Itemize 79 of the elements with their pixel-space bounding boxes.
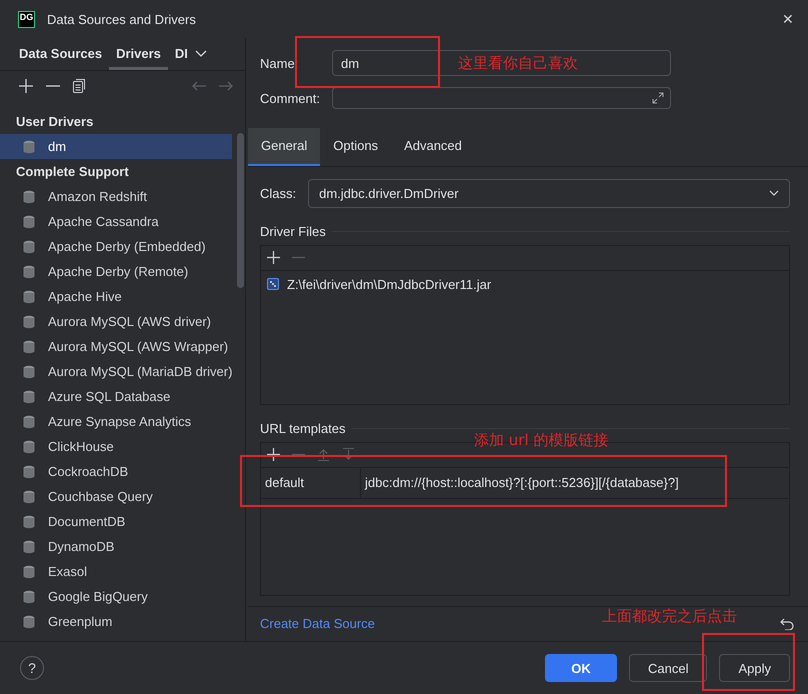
sidebar-tab[interactable]: DI [168,38,191,70]
scrollbar-thumb[interactable] [237,133,244,288]
class-dropdown[interactable]: dm.jdbc.driver.DmDriver [308,178,790,208]
database-icon [22,514,36,528]
sidebar-tab[interactable]: Data Sources [12,38,110,70]
file-item[interactable]: Z:\fei\driver\dm\DmJdbcDriver11.jar [261,270,789,298]
database-icon [22,490,36,504]
create-data-source-link[interactable]: Create Data Source [260,616,375,632]
app-logo: DG [18,10,35,28]
add-icon[interactable] [267,448,280,462]
comment-field[interactable] [332,87,671,110]
annotation-text: 添加 url 的模版链接 [474,431,608,450]
driver-item[interactable]: Couchbase Query [0,484,232,509]
chevron-down-icon[interactable] [194,50,207,58]
database-icon [22,614,36,628]
jar-file-icon [267,278,279,290]
add-icon[interactable] [19,79,33,93]
window-title: Data Sources and Drivers [47,12,197,26]
database-icon [22,340,36,354]
driver-item[interactable]: Apache Hive [0,284,232,309]
tab[interactable]: Advanced [391,128,475,166]
database-icon [22,414,36,428]
expand-icon[interactable] [652,92,664,104]
database-icon [22,440,36,454]
database-icon [22,190,36,204]
table-cell-text: jdbc:dm://{host::localhost}?[:{port::5236}][/{database}?] [364,474,679,492]
move-down-icon[interactable] [342,448,355,462]
driver-item[interactable]: ClickHouse [0,434,232,459]
database-icon [22,540,36,554]
ok-button[interactable]: OK [545,654,617,682]
driver-item[interactable]: Aurora MySQL (AWS Wrapper) [0,334,232,359]
driver-item[interactable]: Azure SQL Database [0,384,232,409]
section-title: Driver Files [260,224,326,239]
sidebar-tab[interactable]: Drivers [109,38,168,70]
chevron-down-icon [769,190,779,196]
field-label: Name: [260,56,300,71]
driver-item[interactable]: Google BigQuery [0,584,232,609]
close-button[interactable]: ✕ [782,11,794,27]
cancel-button[interactable]: Cancel [629,654,708,682]
tab[interactable]: General [248,128,320,166]
database-icon [22,590,36,604]
copy-icon[interactable] [73,79,85,93]
driver-item[interactable]: Apache Derby (Remote) [0,259,232,284]
help-button[interactable]: ? [20,656,44,680]
driver-item[interactable]: Amazon Redshift [0,184,232,209]
section-title: URL templates [260,420,346,436]
section-header: Complete Support [15,163,130,181]
add-icon[interactable] [267,251,280,264]
driver-item[interactable]: Apache Derby (Embedded) [0,234,232,259]
section-header: User Drivers [15,113,94,131]
apply-button[interactable]: Apply [719,654,790,682]
database-icon [22,564,36,578]
annotation-text: 这里看你自己喜欢 [458,54,578,73]
database-icon [22,314,36,328]
driver-item[interactable]: DocumentDB [0,509,232,534]
driver-item[interactable]: Aurora MySQL (AWS driver) [0,309,232,334]
undo-icon[interactable] [780,618,794,630]
driver-item[interactable]: CockroachDB [0,459,232,484]
database-icon [22,364,36,378]
annotation-text: 上面都改完之后点击 [602,607,737,626]
table-cell: default [261,468,361,498]
field-label: Comment: [260,90,321,106]
database-icon [22,214,36,228]
driver-item[interactable]: Azure Synapse Analytics [0,409,232,434]
driver-item[interactable]: Apache Cassandra [0,209,232,234]
driver-item[interactable]: Exasol [0,559,232,584]
driver-item[interactable]: DynamoDB [0,534,232,559]
move-up-icon[interactable] [317,448,330,462]
tab[interactable]: Options [320,128,392,166]
database-icon [22,140,36,154]
database-icon [22,290,36,304]
driver-item[interactable]: Greenplum [0,609,232,634]
field-label: Class: [260,186,296,201]
driver-item[interactable]: Aurora MySQL (MariaDB driver) [0,359,232,384]
database-icon [22,464,36,478]
database-icon [22,264,36,278]
driver-item[interactable]: dm [0,134,232,159]
database-icon [22,240,36,254]
database-icon [22,390,36,404]
